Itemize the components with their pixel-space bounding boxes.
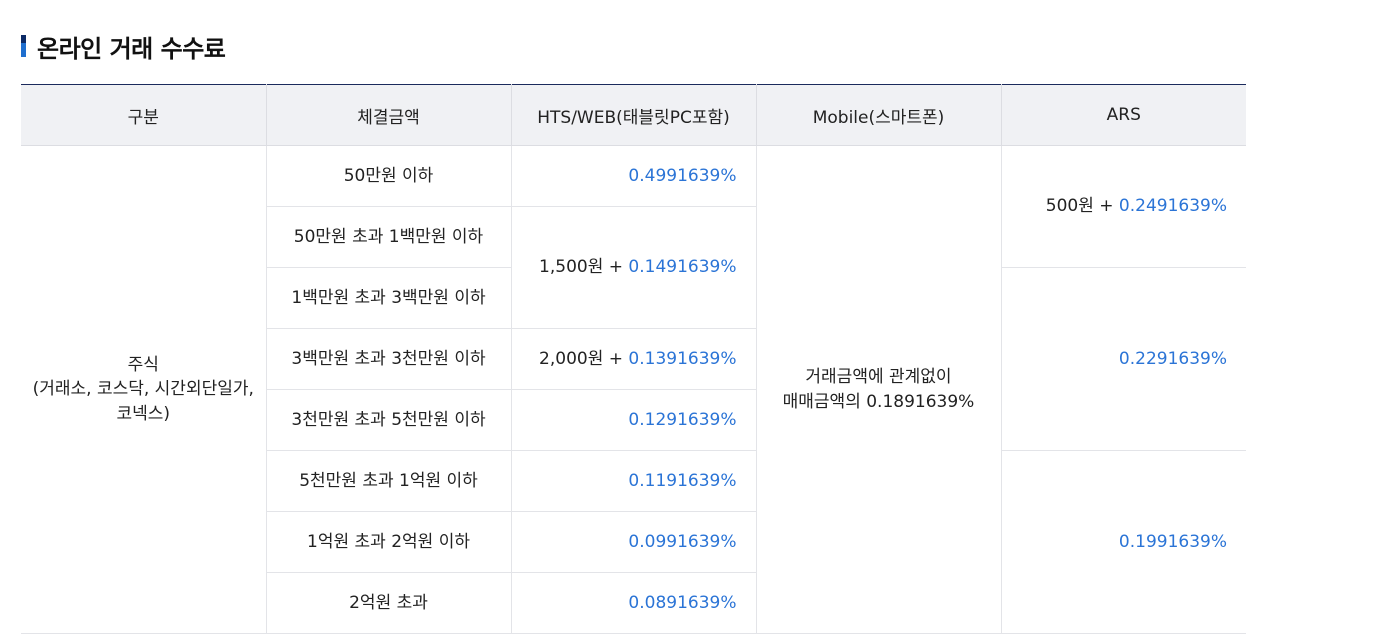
fee-base: 500원 + <box>1045 196 1119 217</box>
category-label: 주식 <box>127 354 159 375</box>
fee-base: 2,000원 + <box>539 348 629 369</box>
title-marker-icon <box>21 35 26 57</box>
fee-rate: 0.2291639% <box>1118 348 1227 369</box>
header-hts-web: HTS/WEB(태블릿PC포함) <box>511 84 757 146</box>
category-detail: (거래소, 코스닥, 시간외단일가, <box>32 379 254 400</box>
amount-cell: 2억원 초과 <box>266 572 512 634</box>
hts-fee-cell: 0.1191639% <box>511 450 757 512</box>
amount-cell: 3천만원 초과 5천만원 이하 <box>266 389 512 451</box>
fee-base: 1,500원 + <box>539 257 629 278</box>
hts-fee-cell: 2,000원 + 0.1391639% <box>511 328 757 390</box>
hts-fee-cell: 0.0991639% <box>511 511 757 573</box>
hts-fee-cell: 1,500원 + 0.1491639% <box>511 206 757 329</box>
amount-cell: 50만원 이하 <box>266 145 512 207</box>
header-amount: 체결금액 <box>266 84 512 146</box>
header-category: 구분 <box>21 84 267 146</box>
fee-rate: 0.1191639% <box>628 470 737 491</box>
mobile-fee-line: 거래금액에 관계없이 <box>805 366 952 387</box>
fee-rate: 0.1491639% <box>628 257 737 278</box>
fee-rate: 0.1291639% <box>628 409 737 430</box>
amount-cell: 1백만원 초과 3백만원 이하 <box>266 267 512 329</box>
hts-fee-cell: 0.1291639% <box>511 389 757 451</box>
fee-rate: 0.0891639% <box>628 592 737 613</box>
header-mobile: Mobile(스마트폰) <box>756 84 1002 146</box>
amount-cell: 3백만원 초과 3천만원 이하 <box>266 328 512 390</box>
hts-fee-cell: 0.4991639% <box>511 145 757 207</box>
amount-cell: 5천만원 초과 1억원 이하 <box>266 450 512 512</box>
header-ars: ARS <box>1001 84 1246 146</box>
ars-fee-cell: 0.1991639% <box>1001 450 1246 634</box>
fee-rate: 0.2491639% <box>1118 196 1227 217</box>
mobile-fee-line: 매매금액의 0.1891639% <box>782 391 975 412</box>
table-row: 주식 (거래소, 코스닥, 시간외단일가, 코넥스) 50만원 이하 0.499… <box>21 145 1246 634</box>
section-header: 온라인 거래 수수료 <box>21 30 226 63</box>
fee-rate: 0.0991639% <box>628 531 737 552</box>
fee-rate: 0.4991639% <box>628 165 737 186</box>
header-row: 구분 체결금액 HTS/WEB(태블릿PC포함) Mobile(스마트폰) AR… <box>21 84 1246 146</box>
mobile-fee-cell: 거래금액에 관계없이 매매금액의 0.1891639% <box>756 145 1002 634</box>
fee-table: 구분 체결금액 HTS/WEB(태블릿PC포함) Mobile(스마트폰) AR… <box>21 84 1246 634</box>
ars-fee-cell: 500원 + 0.2491639% <box>1001 145 1246 268</box>
category-detail: 코넥스) <box>116 403 171 424</box>
fee-rate: 0.1991639% <box>1118 531 1227 552</box>
amount-cell: 1억원 초과 2억원 이하 <box>266 511 512 573</box>
page-title: 온라인 거래 수수료 <box>37 34 226 63</box>
category-cell: 주식 (거래소, 코스닥, 시간외단일가, 코넥스) <box>21 145 267 634</box>
fee-rate: 0.1391639% <box>628 348 737 369</box>
ars-fee-cell: 0.2291639% <box>1001 267 1246 451</box>
hts-fee-cell: 0.0891639% <box>511 572 757 634</box>
amount-cell: 50만원 초과 1백만원 이하 <box>266 206 512 268</box>
